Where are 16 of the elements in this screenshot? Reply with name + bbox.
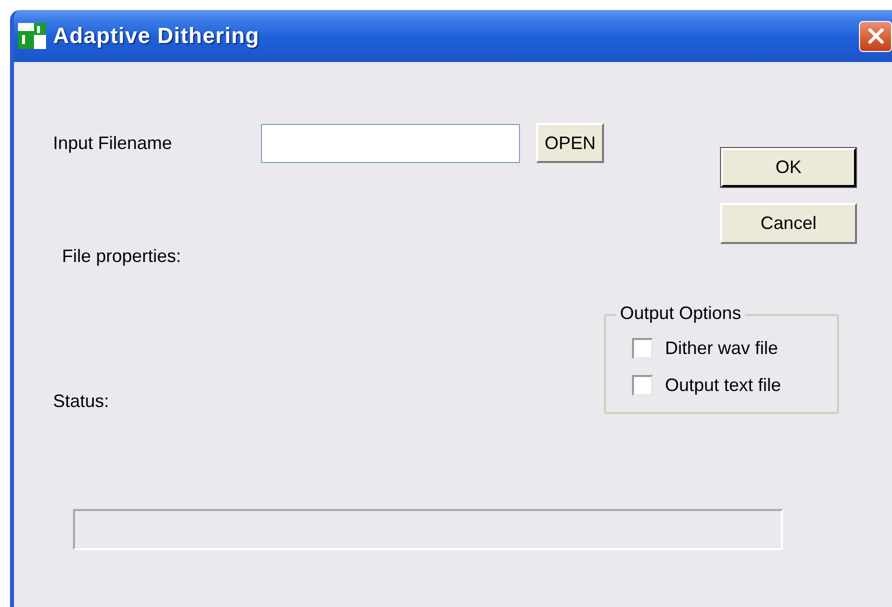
checkbox-label: Output text file: [665, 374, 782, 396]
checkbox[interactable]: [632, 338, 653, 358]
app-icon: [18, 23, 46, 49]
dialog-button[interactable]: OK: [720, 147, 857, 188]
status-label: Status:: [53, 391, 110, 412]
input-filename-label: Input Filename: [53, 132, 174, 154]
checkbox[interactable]: [632, 374, 653, 396]
close-icon: [866, 26, 886, 46]
group-title: Output Options: [616, 303, 746, 324]
open-button[interactable]: OPEN: [536, 123, 604, 163]
filename-field[interactable]: [261, 124, 520, 162]
file-properties-label: File properties:: [62, 246, 182, 267]
checkbox-label: Dither wav file: [665, 338, 778, 358]
dialog-button[interactable]: Cancel: [720, 203, 857, 244]
close-button[interactable]: [859, 20, 892, 52]
window-title: Adaptive Dithering: [53, 23, 260, 49]
